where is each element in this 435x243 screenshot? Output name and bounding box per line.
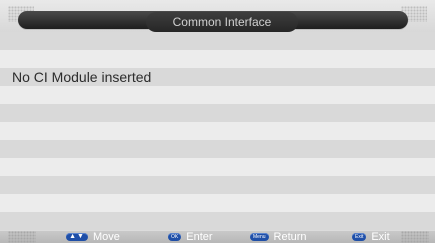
exit-key-icon: Exit: [352, 233, 367, 241]
list-item: [0, 104, 435, 122]
menu-list: No CI Module inserted: [0, 32, 435, 231]
page-title: Common Interface: [172, 15, 272, 29]
header: Common Interface: [0, 0, 435, 32]
footer-dot-pattern: [401, 231, 429, 243]
title-bar: Common Interface: [18, 11, 408, 32]
exit-label: Exit: [371, 231, 390, 243]
exit-hint[interactable]: Exit Exit: [352, 231, 390, 243]
up-down-arrows-icon: ▲▼: [66, 233, 88, 241]
list-item: [0, 86, 435, 104]
enter-label: Enter: [186, 231, 213, 243]
list-item: [0, 140, 435, 158]
move-hint[interactable]: ▲▼ Move: [66, 231, 120, 243]
ci-menu-screen: Common Interface No CI Module inserted ▲…: [0, 0, 435, 243]
footer-dot-pattern: [8, 231, 36, 243]
message-row: No CI Module inserted: [0, 68, 435, 86]
status-message: No CI Module inserted: [12, 69, 152, 85]
list-item: [0, 194, 435, 212]
ok-key-icon: OK: [168, 233, 182, 241]
list-item: [0, 50, 435, 68]
list-item: [0, 158, 435, 176]
footer-hint-bar: ▲▼ Move OK Enter Menu Return Exit Exit: [0, 231, 435, 243]
enter-hint[interactable]: OK Enter: [168, 231, 213, 243]
move-label: Move: [93, 231, 120, 243]
return-label: Return: [273, 231, 307, 243]
list-item: [0, 32, 435, 50]
list-item: [0, 122, 435, 140]
return-hint[interactable]: Menu Return: [250, 231, 307, 243]
list-item: [0, 176, 435, 194]
list-item: [0, 212, 435, 230]
menu-key-icon: Menu: [250, 233, 269, 241]
